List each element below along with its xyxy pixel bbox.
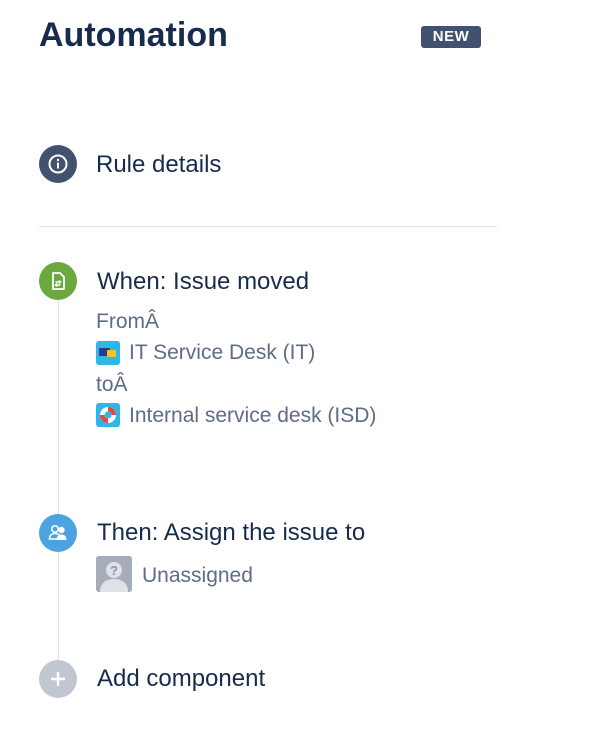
page-title: Automation xyxy=(39,16,228,54)
info-icon xyxy=(48,154,68,174)
step-connector xyxy=(58,300,59,516)
from-label: FromÂ xyxy=(96,310,159,333)
assignee-value: Unassigned xyxy=(142,564,253,587)
assign-user-icon xyxy=(48,524,67,540)
lifebuoy-project-icon xyxy=(96,403,120,427)
to-label: toÂ xyxy=(96,373,128,396)
unassigned-avatar-icon: ? xyxy=(96,556,132,592)
add-component-step[interactable] xyxy=(39,660,77,698)
issue-moved-icon xyxy=(52,272,65,290)
trigger-label[interactable]: When: Issue moved xyxy=(97,268,309,296)
to-project: Internal service desk (ISD) xyxy=(129,404,377,427)
step-connector xyxy=(58,551,59,661)
it-service-desk-project-icon xyxy=(96,341,120,365)
trigger-step[interactable] xyxy=(39,262,77,300)
new-badge: NEW xyxy=(421,26,481,48)
rule-details-step[interactable] xyxy=(39,145,77,183)
add-component-label[interactable]: Add component xyxy=(97,665,265,693)
svg-text:?: ? xyxy=(110,563,118,578)
action-label[interactable]: Then: Assign the issue to xyxy=(97,519,365,547)
from-project: IT Service Desk (IT) xyxy=(129,341,316,364)
action-step[interactable] xyxy=(39,514,77,552)
divider xyxy=(39,226,497,227)
plus-icon xyxy=(50,671,66,687)
rule-details-label[interactable]: Rule details xyxy=(96,151,221,179)
